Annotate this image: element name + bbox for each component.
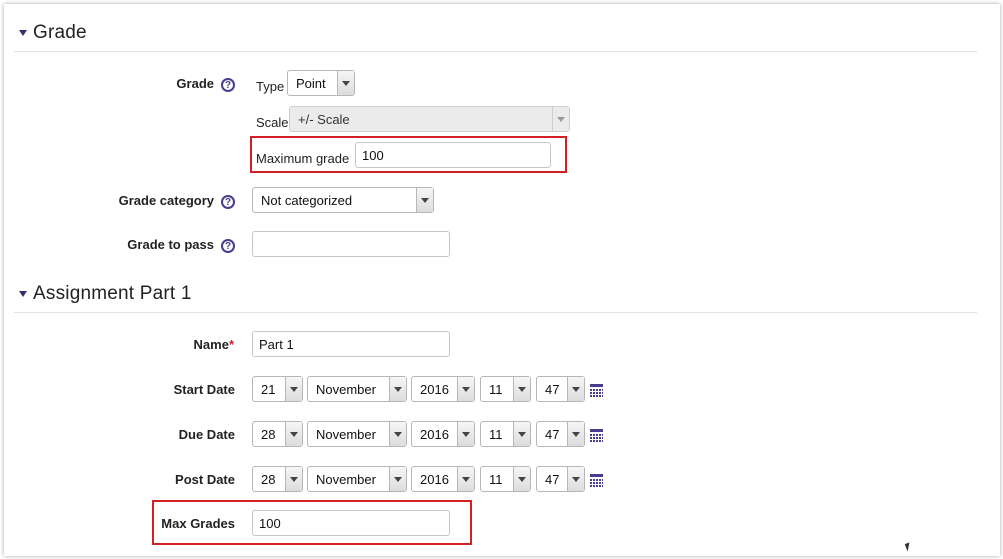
due-year-value: 2016 [420,426,449,442]
divider [14,51,977,52]
start-year-select[interactable]: 2016 [411,376,475,402]
chevron-down-icon [457,467,474,491]
assignment-section-title: Assignment Part 1 [33,283,192,304]
start-day-select[interactable]: 21 [252,376,303,402]
chevron-down-icon [389,422,406,446]
assignment-section-header[interactable]: Assignment Part 1 [19,283,192,305]
scale-select: +/- Scale [289,106,570,132]
chevron-down-icon [416,188,433,212]
start-month-value: November [316,381,376,397]
grade-to-pass-input[interactable] [252,231,450,257]
post-day-select[interactable]: 28 [252,466,303,492]
maximum-grade-input[interactable]: 100 [355,142,551,168]
due-minute-value: 47 [545,426,560,442]
post-month-value: November [316,471,376,487]
chevron-down-icon [513,377,530,401]
type-label: Type [256,79,285,94]
post-hour-select[interactable]: 11 [480,466,531,492]
due-day-select[interactable]: 28 [252,421,303,447]
chevron-down-icon [285,377,302,401]
type-select-value: Point [296,75,326,91]
name-input[interactable]: Part 1 [252,331,450,357]
grade-to-pass-label: Grade to pass [127,237,214,252]
post-date-label: Post Date [175,472,235,487]
due-year-select[interactable]: 2016 [411,421,475,447]
start-year-value: 2016 [420,381,449,397]
grade-category-select[interactable]: Not categorized [252,187,434,213]
calendar-icon[interactable] [590,384,603,397]
start-minute-select[interactable]: 47 [536,376,585,402]
chevron-down-icon [285,467,302,491]
maximum-grade-label: Maximum grade [256,151,350,166]
due-month-value: November [316,426,376,442]
name-label-text: Name [193,337,229,352]
start-day-value: 21 [261,381,276,397]
post-year-value: 2016 [420,471,449,487]
scale-select-value: +/- Scale [298,111,350,127]
grade-label: Grade [176,76,214,91]
due-hour-value: 11 [489,426,503,442]
grade-category-label: Grade category [118,193,214,208]
calendar-icon[interactable] [590,429,603,442]
chevron-down-icon [513,467,530,491]
start-minute-value: 47 [545,381,560,397]
post-year-select[interactable]: 2016 [411,466,475,492]
max-grades-input[interactable]: 100 [252,510,450,536]
post-month-select[interactable]: November [307,466,407,492]
start-month-select[interactable]: November [307,376,407,402]
max-grades-label: Max Grades [161,516,235,531]
collapse-triangle-icon[interactable] [19,30,27,36]
post-hour-value: 11 [489,471,503,487]
chevron-down-icon [567,467,584,491]
calendar-icon[interactable] [590,474,603,487]
name-label: Name* [150,337,234,352]
post-minute-select[interactable]: 47 [536,466,585,492]
scale-label: Scale [256,115,289,130]
chevron-down-icon [567,377,584,401]
due-month-select[interactable]: November [307,421,407,447]
grade-section-title: Grade [33,22,87,43]
chevron-down-icon [513,422,530,446]
post-minute-value: 47 [545,471,560,487]
chevron-down-icon [389,467,406,491]
collapse-triangle-icon[interactable] [19,291,27,297]
chevron-down-icon [552,107,569,131]
help-icon[interactable]: ? [221,78,235,92]
due-hour-select[interactable]: 11 [480,421,531,447]
grade-category-value: Not categorized [261,192,353,208]
chevron-down-icon [457,422,474,446]
chevron-down-icon [567,422,584,446]
chevron-down-icon [337,71,354,95]
chevron-down-icon [285,422,302,446]
due-minute-select[interactable]: 47 [536,421,585,447]
help-icon[interactable]: ? [221,239,235,253]
required-marker: * [228,337,234,352]
type-select[interactable]: Point [287,70,355,96]
due-date-label: Due Date [178,427,235,442]
post-day-value: 28 [261,471,276,487]
chevron-down-icon [457,377,474,401]
divider [14,312,977,313]
help-icon[interactable]: ? [221,195,235,209]
grade-section-header[interactable]: Grade [19,22,87,44]
due-day-value: 28 [261,426,276,442]
start-date-label: Start Date [173,382,235,397]
start-hour-select[interactable]: 11 [480,376,531,402]
start-hour-value: 11 [489,381,503,397]
chevron-down-icon [389,377,406,401]
